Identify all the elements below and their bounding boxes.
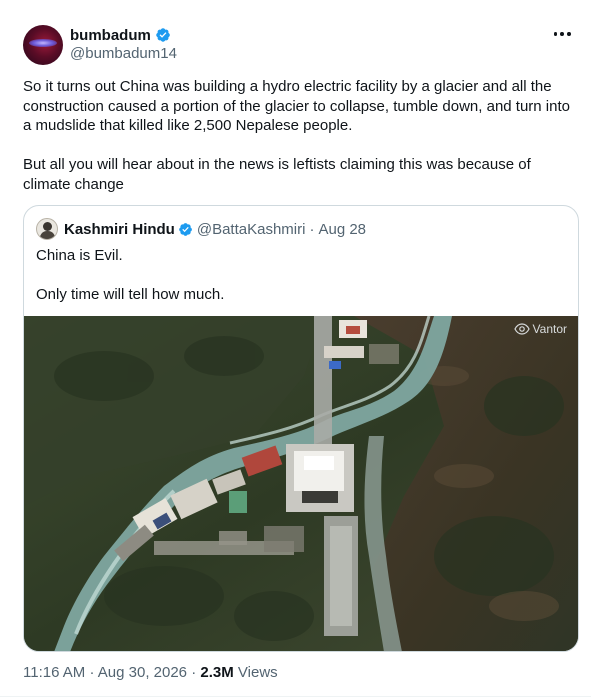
quoted-post[interactable]: Kashmiri Hindu @BattaKashmiri · Aug 28 C… xyxy=(23,205,579,652)
verified-badge-icon xyxy=(156,28,170,42)
separator-dot: · xyxy=(309,220,315,238)
quoted-post-text: China is Evil. Only time will tell how m… xyxy=(36,246,224,305)
post-time[interactable]: 11:16 AM xyxy=(23,664,85,681)
separator-dot: · xyxy=(89,664,95,681)
post-date[interactable]: Aug 30, 2026 xyxy=(98,664,187,681)
quoted-post-date[interactable]: Aug 28 xyxy=(318,221,366,238)
verified-badge-icon xyxy=(179,222,192,236)
quoted-post-line-1: China is Evil. xyxy=(36,247,123,264)
author-name-row: bumbadum xyxy=(70,25,171,45)
author-display-name[interactable]: bumbadum xyxy=(70,27,151,44)
satellite-image-graphic xyxy=(24,316,578,651)
quoted-author-handle[interactable]: @BattaKashmiri xyxy=(197,221,306,238)
quoted-author-avatar[interactable] xyxy=(36,218,58,240)
post-text-paragraph-2: But all you will hear about in the news … xyxy=(23,156,531,193)
author-handle[interactable]: @bumbadum14 xyxy=(70,45,177,62)
quoted-post-line-2: Only time will tell how much. xyxy=(36,286,225,304)
separator-dot: · xyxy=(191,664,197,681)
post-text: So it turns out China was building a hyd… xyxy=(23,77,573,195)
tweet: bumbadum @bumbadum14 So it turns out Chi… xyxy=(0,0,591,700)
views-count: 2.3M xyxy=(200,664,234,681)
divider xyxy=(0,696,591,697)
image-watermark: Vantor xyxy=(513,322,567,336)
more-horizontal-icon[interactable] xyxy=(552,24,572,44)
watermark-text: Vantor xyxy=(532,322,567,336)
quoted-post-header: Kashmiri Hindu @BattaKashmiri · Aug 28 xyxy=(36,218,366,240)
quoted-author-display-name[interactable]: Kashmiri Hindu xyxy=(64,221,175,238)
post-text-paragraph-1: So it turns out China was building a hyd… xyxy=(23,78,570,135)
quoted-post-satellite-image[interactable]: Vantor xyxy=(24,316,578,651)
eye-icon xyxy=(513,323,530,335)
views-label: Views xyxy=(237,664,278,681)
author-avatar[interactable] xyxy=(23,25,63,65)
post-metadata: 11:16 AM · Aug 30, 2026 · 2.3M Views xyxy=(23,664,278,681)
